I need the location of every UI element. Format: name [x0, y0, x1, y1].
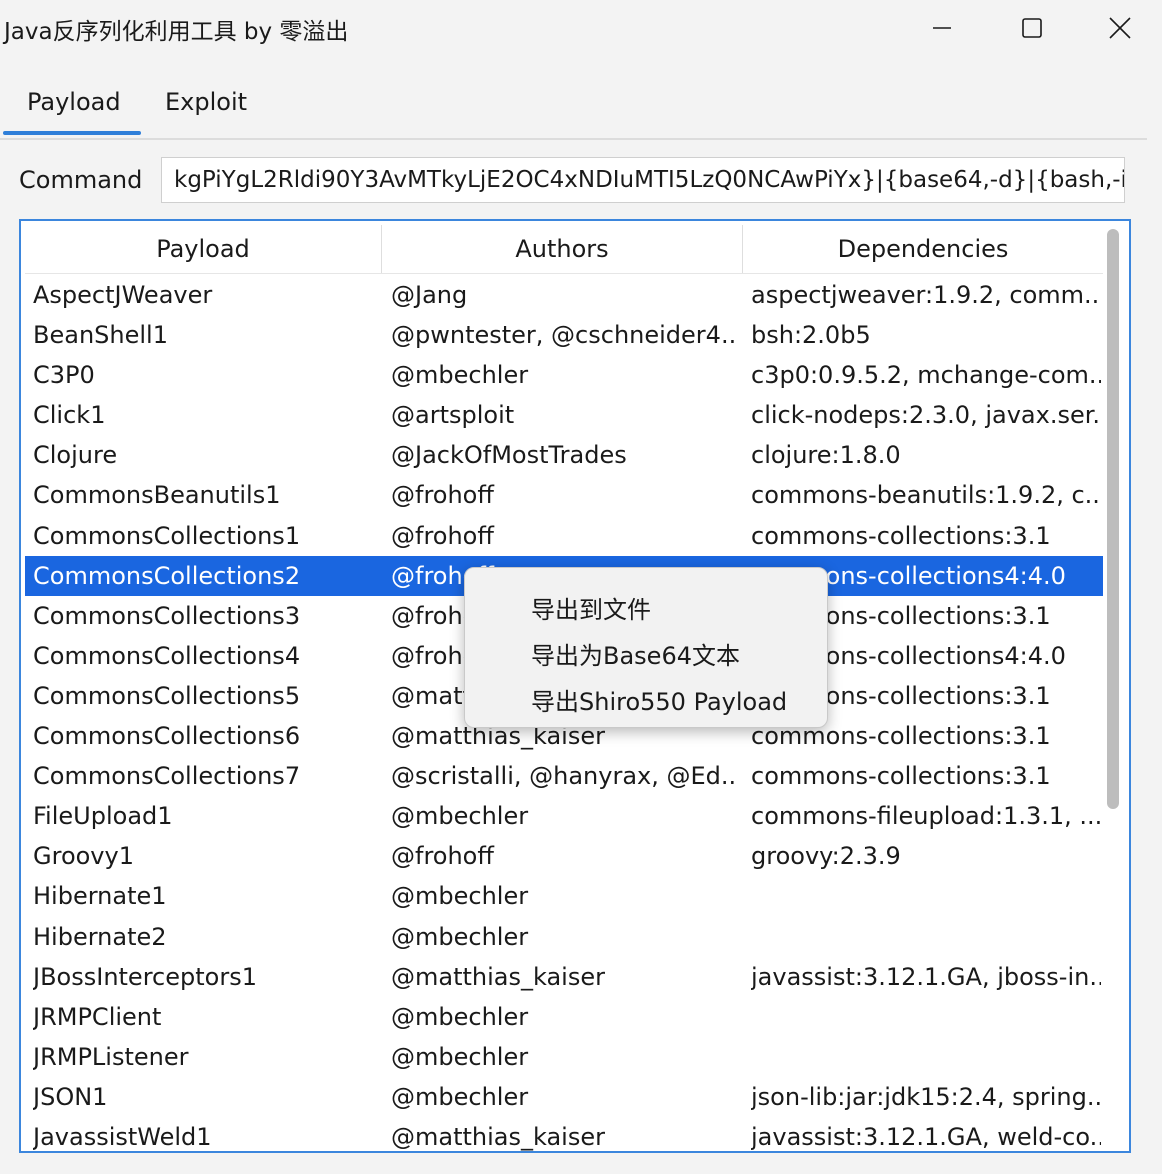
cell-payload: CommonsCollections7 — [33, 762, 301, 791]
cell-authors: @mbechler — [391, 1002, 529, 1031]
table-row[interactable]: Groovy1 @frohoff groovy:2.3.9 — [25, 836, 1103, 876]
command-input[interactable]: kgPiYgL2Rldi90Y3AvMTkyLjE2OC4xNDIuMTI5Lz… — [161, 157, 1125, 203]
table-row[interactable]: JSON1 @mbechler json-lib:jar:jdk15:2.4, sp… — [25, 1077, 1103, 1117]
cell-payload: JavassistWeld1 — [33, 1122, 212, 1151]
maximize-button[interactable] — [1002, 6, 1062, 50]
close-button[interactable] — [1090, 6, 1150, 50]
cell-authors: @frohoff — [391, 521, 494, 550]
table-header: Payload Authors Dependencies — [25, 225, 1103, 274]
maximize-icon — [1022, 18, 1042, 38]
table-row[interactable]: JRMPClient @mbechler — [25, 997, 1103, 1037]
cell-dependencies: aspectjweaver:1.9.2, comm... — [751, 281, 1101, 309]
cell-payload: Hibernate1 — [33, 882, 167, 911]
cell-authors: @mbechler — [391, 882, 529, 911]
table-row[interactable]: Hibernate1 @mbechler — [25, 876, 1103, 916]
table-row[interactable]: Clojure @JackOfMostTrades clojure:1.8.0 — [25, 435, 1103, 475]
tab-payload[interactable]: Payload — [27, 88, 121, 116]
menu-item-export-shiro550[interactable]: 导出Shiro550 Payload — [531, 682, 787, 717]
cell-dependencies: c3p0:0.9.5.2, mchange-com... — [751, 361, 1101, 390]
cell-payload: JRMPListener — [33, 1042, 189, 1071]
table-row[interactable]: Click1 @artsploit click-nodeps:2.3.0, java… — [25, 395, 1103, 435]
cell-dependencies: javassist:3.12.1.GA, weld-co... — [751, 1122, 1101, 1151]
cell-dependencies: click-nodeps:2.3.0, javax.ser... — [751, 401, 1101, 430]
cell-payload: AspectJWeaver — [33, 281, 213, 309]
cell-payload: CommonsCollections6 — [33, 722, 301, 751]
cell-dependencies: commons-beanutils:1.9.2, c... — [751, 481, 1101, 510]
column-header-dependencies[interactable]: Dependencies — [743, 225, 1103, 273]
cell-authors: @frohoff — [391, 481, 494, 510]
cell-payload: CommonsCollections1 — [33, 521, 301, 550]
cell-payload: Hibernate2 — [33, 922, 167, 951]
command-label: Command — [19, 166, 143, 194]
title-bar: Java反序列化利用工具 by 零溢出 — [0, 0, 1162, 56]
cell-authors: @pwntester, @cschneider4... — [391, 321, 736, 350]
table-row[interactable]: JRMPListener @mbechler — [25, 1037, 1103, 1077]
cell-authors: @JackOfMostTrades — [391, 441, 627, 470]
table-row[interactable]: FileUpload1 @mbechler commons-fileupload:1… — [25, 796, 1103, 836]
cell-payload: BeanShell1 — [33, 321, 168, 350]
tab-exploit[interactable]: Exploit — [165, 88, 247, 116]
cell-dependencies: commons-collections:3.1 — [751, 521, 1051, 550]
column-header-authors[interactable]: Authors — [382, 225, 743, 273]
cell-payload: JBossInterceptors1 — [33, 962, 257, 991]
close-icon — [1109, 17, 1131, 39]
context-menu: 导出到文件 导出为Base64文本 导出Shiro550 Payload — [464, 567, 828, 728]
cell-authors: @mbechler — [391, 922, 529, 951]
table-row[interactable]: CommonsCollections1 @frohoff commons-colle… — [25, 516, 1103, 556]
column-header-payload[interactable]: Payload — [25, 225, 382, 273]
table-row[interactable]: Hibernate2 @mbechler — [25, 917, 1103, 957]
cell-payload: CommonsBeanutils1 — [33, 481, 281, 510]
table-row[interactable]: AspectJWeaver @Jang aspectjweaver:1.9.2, c… — [25, 275, 1103, 315]
active-tab-indicator — [3, 131, 141, 135]
tab-bar: Payload Exploit — [0, 70, 1147, 140]
cell-authors: @scristalli, @hanyrax, @Ed... — [391, 762, 736, 791]
table-row[interactable]: JavassistWeld1 @matthias_kaiser javassist:… — [25, 1117, 1103, 1151]
cell-authors: @matthias_kaiser — [391, 962, 605, 991]
table-row[interactable]: BeanShell1 @pwntester, @cschneider4... bsh… — [25, 315, 1103, 355]
cell-dependencies: javassist:3.12.1.GA, jboss-in... — [751, 962, 1101, 991]
cell-authors: @matthias_kaiser — [391, 1122, 605, 1151]
cell-payload: C3P0 — [33, 361, 95, 390]
cell-payload: Clojure — [33, 441, 118, 470]
cell-dependencies: clojure:1.8.0 — [751, 441, 901, 470]
window-title: Java反序列化利用工具 by 零溢出 — [4, 19, 349, 45]
cell-authors: @Jang — [391, 281, 468, 309]
minimize-icon — [933, 27, 951, 29]
cell-payload: Groovy1 — [33, 842, 134, 871]
minimize-button[interactable] — [912, 6, 972, 50]
cell-authors: @mbechler — [391, 802, 529, 831]
table-row[interactable]: CommonsCollections7 @scristalli, @hanyrax… — [25, 756, 1103, 796]
cell-payload: JSON1 — [33, 1082, 108, 1111]
cell-payload: JRMPClient — [33, 1002, 162, 1031]
cell-payload: FileUpload1 — [33, 802, 173, 831]
cell-dependencies: json-lib:jar:jdk15:2.4, spring... — [751, 1082, 1101, 1111]
cell-payload: CommonsCollections4 — [33, 641, 301, 670]
cell-dependencies: commons-collections:3.1 — [751, 762, 1051, 791]
vertical-scrollbar[interactable] — [1107, 229, 1119, 809]
table-row[interactable]: C3P0 @mbechler c3p0:0.9.5.2, mchange-com..… — [25, 355, 1103, 395]
cell-authors: @frohoff — [391, 842, 494, 871]
cell-dependencies: commons-fileupload:1.3.1, ... — [751, 802, 1101, 831]
cell-payload: CommonsCollections3 — [33, 601, 301, 630]
cell-authors: @mbechler — [391, 361, 529, 390]
cell-authors: @mbechler — [391, 1082, 529, 1111]
cell-payload: CommonsCollections2 — [33, 561, 301, 590]
menu-item-export-base64[interactable]: 导出为Base64文本 — [531, 636, 740, 671]
cell-authors: @mbechler — [391, 1042, 529, 1071]
cell-payload: CommonsCollections5 — [33, 681, 301, 710]
cell-dependencies: groovy:2.3.9 — [751, 842, 901, 871]
cell-dependencies: bsh:2.0b5 — [751, 321, 871, 350]
table-row[interactable]: JBossInterceptors1 @matthias_kaiser javass… — [25, 957, 1103, 997]
cell-authors: @artsploit — [391, 401, 515, 430]
table-row[interactable]: CommonsBeanutils1 @frohoff commons-beanuti… — [25, 475, 1103, 515]
cell-payload: Click1 — [33, 401, 106, 430]
menu-item-export-file[interactable]: 导出到文件 — [531, 590, 651, 625]
